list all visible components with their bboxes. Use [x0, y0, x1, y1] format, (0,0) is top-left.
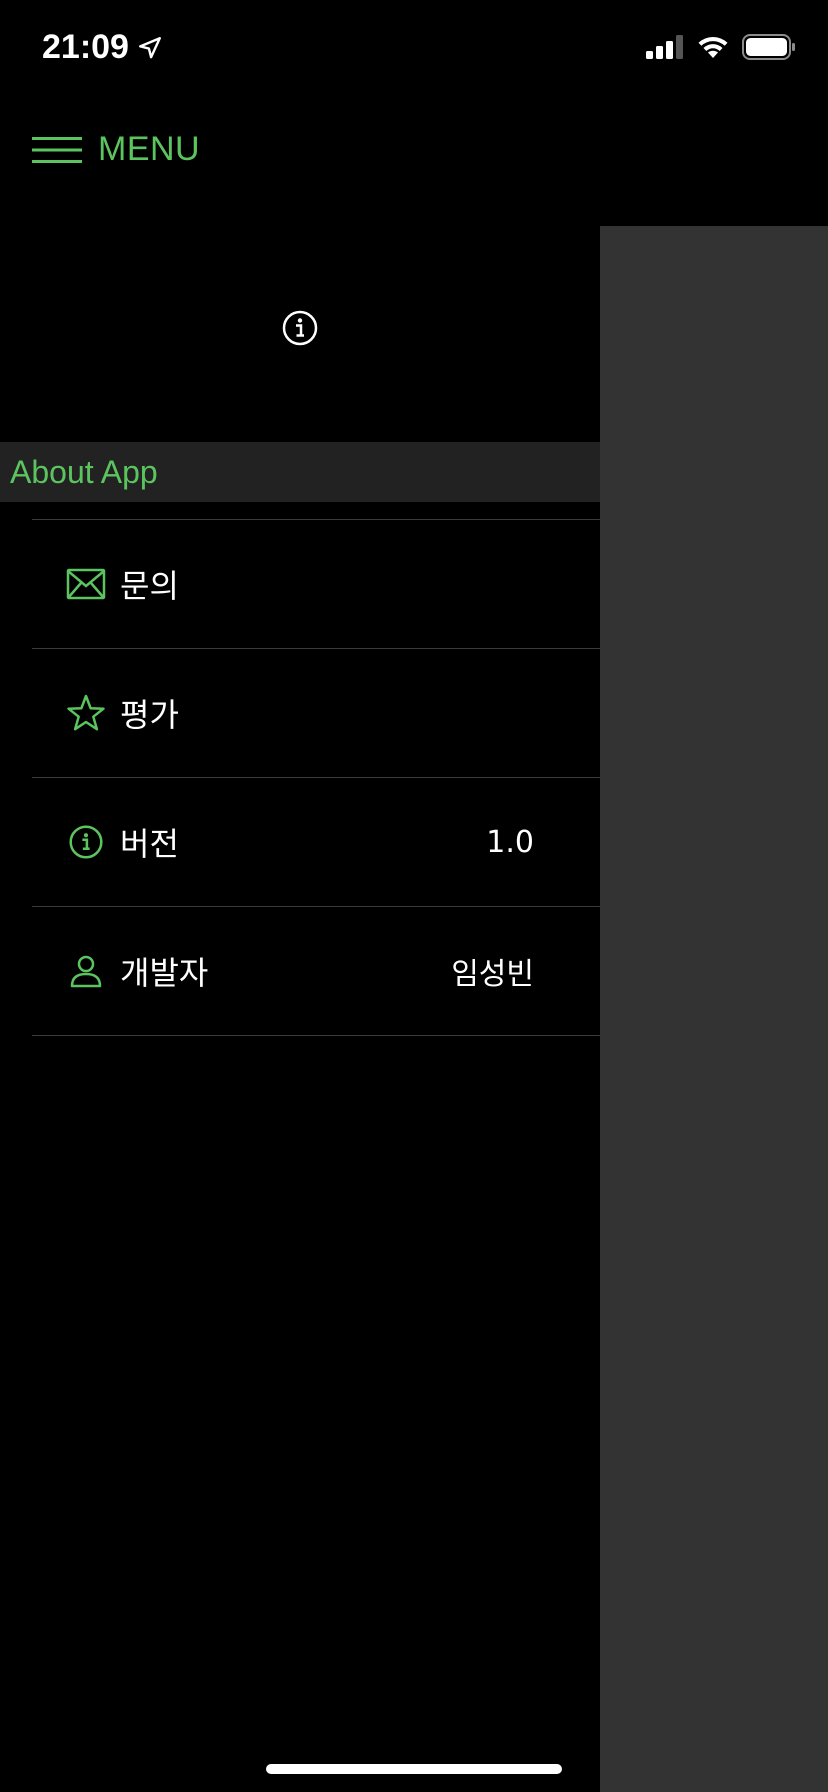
- star-icon: [66, 693, 106, 733]
- developer-row: 개발자 임성빈: [32, 907, 600, 1036]
- battery-icon: [742, 34, 795, 60]
- person-icon: [66, 951, 106, 991]
- section-header: About App: [0, 442, 600, 502]
- home-indicator: [266, 1764, 562, 1774]
- version-value: 1.0: [486, 824, 534, 860]
- version-label: 버전: [120, 825, 179, 863]
- contact-row[interactable]: 문의: [32, 520, 600, 649]
- status-bar: 21:09: [0, 0, 828, 100]
- envelope-icon: [66, 564, 106, 604]
- section-title: About App: [10, 453, 158, 490]
- wifi-icon: [698, 36, 728, 58]
- status-indicators: [646, 34, 796, 60]
- menu-button[interactable]: MENU: [32, 130, 200, 169]
- status-time: 21:09: [42, 28, 163, 67]
- cellular-signal-icon: [646, 35, 683, 59]
- rate-row[interactable]: 평가: [32, 649, 600, 778]
- side-drawer: About App 문의 평가 버전 1.0 개발자 임성빈: [0, 226, 600, 1792]
- hamburger-icon: [32, 136, 82, 163]
- rate-label: 평가: [120, 696, 179, 734]
- location-arrow-icon: [139, 36, 161, 58]
- settings-list: 문의 평가 버전 1.0 개발자 임성빈: [32, 519, 600, 1036]
- developer-value: 임성빈: [451, 957, 534, 992]
- developer-label: 개발자: [120, 954, 209, 992]
- contact-label: 문의: [120, 567, 179, 605]
- content-overlay[interactable]: [600, 226, 828, 1792]
- version-row: 버전 1.0: [32, 778, 600, 907]
- menu-label: MENU: [98, 130, 201, 168]
- status-time-text: 21:09: [42, 28, 129, 66]
- info-circle-icon: [282, 310, 318, 346]
- info-circle-icon: [66, 822, 106, 862]
